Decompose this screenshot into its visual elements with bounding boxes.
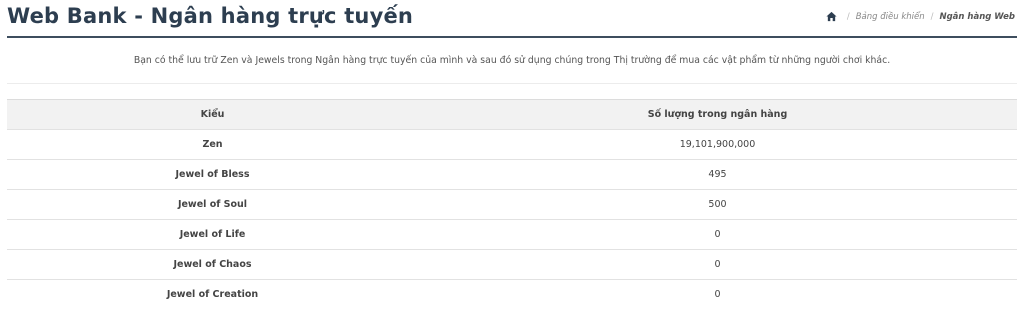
- item-type-cell: Jewel of Chaos: [173, 259, 252, 270]
- table-row: Jewel of Creation 0: [7, 279, 1017, 309]
- bank-table: Kiểu Số lượng trong ngân hàng Zen 19,101…: [7, 99, 1017, 309]
- item-type-cell: Jewel of Bless: [175, 169, 250, 180]
- column-header-type: Kiểu: [200, 109, 225, 120]
- home-icon[interactable]: [826, 11, 837, 22]
- page-header: Web Bank - Ngân hàng trực tuyến / Bảng đ…: [7, 0, 1017, 38]
- item-type-cell: Jewel of Soul: [177, 199, 248, 210]
- breadcrumb-separator: /: [846, 11, 850, 22]
- breadcrumb-separator: /: [930, 11, 934, 22]
- item-amount-cell: 0: [714, 259, 721, 270]
- intro-text: Bạn có thể lưu trữ Zen và Jewels trong N…: [133, 55, 891, 66]
- breadcrumb: / Bảng điều khiển / Ngân hàng Web: [826, 11, 1015, 22]
- item-type-cell: Jewel of Life: [179, 229, 246, 240]
- item-amount-cell: 0: [714, 229, 721, 240]
- item-type-cell: Zen: [202, 139, 223, 150]
- breadcrumb-dashboard-link[interactable]: Bảng điều khiển: [856, 12, 925, 22]
- column-header-amount: Số lượng trong ngân hàng: [647, 109, 788, 120]
- table-header-row: Kiểu Số lượng trong ngân hàng: [7, 99, 1017, 129]
- item-amount-cell: 19,101,900,000: [679, 139, 756, 150]
- table-row: Zen 19,101,900,000: [7, 129, 1017, 159]
- item-amount-cell: 0: [714, 289, 721, 300]
- item-amount-cell: 495: [708, 169, 727, 180]
- page-title: Web Bank - Ngân hàng trực tuyến: [7, 4, 414, 28]
- table-row: Jewel of Life 0: [7, 219, 1017, 249]
- table-row: Jewel of Chaos 0: [7, 249, 1017, 279]
- divider: [7, 83, 1017, 84]
- item-amount-cell: 500: [708, 199, 727, 210]
- table-row: Jewel of Bless 495: [7, 159, 1017, 189]
- table-row: Jewel of Soul 500: [7, 189, 1017, 219]
- breadcrumb-current-page: Ngân hàng Web: [939, 11, 1015, 22]
- item-type-cell: Jewel of Creation: [166, 289, 259, 300]
